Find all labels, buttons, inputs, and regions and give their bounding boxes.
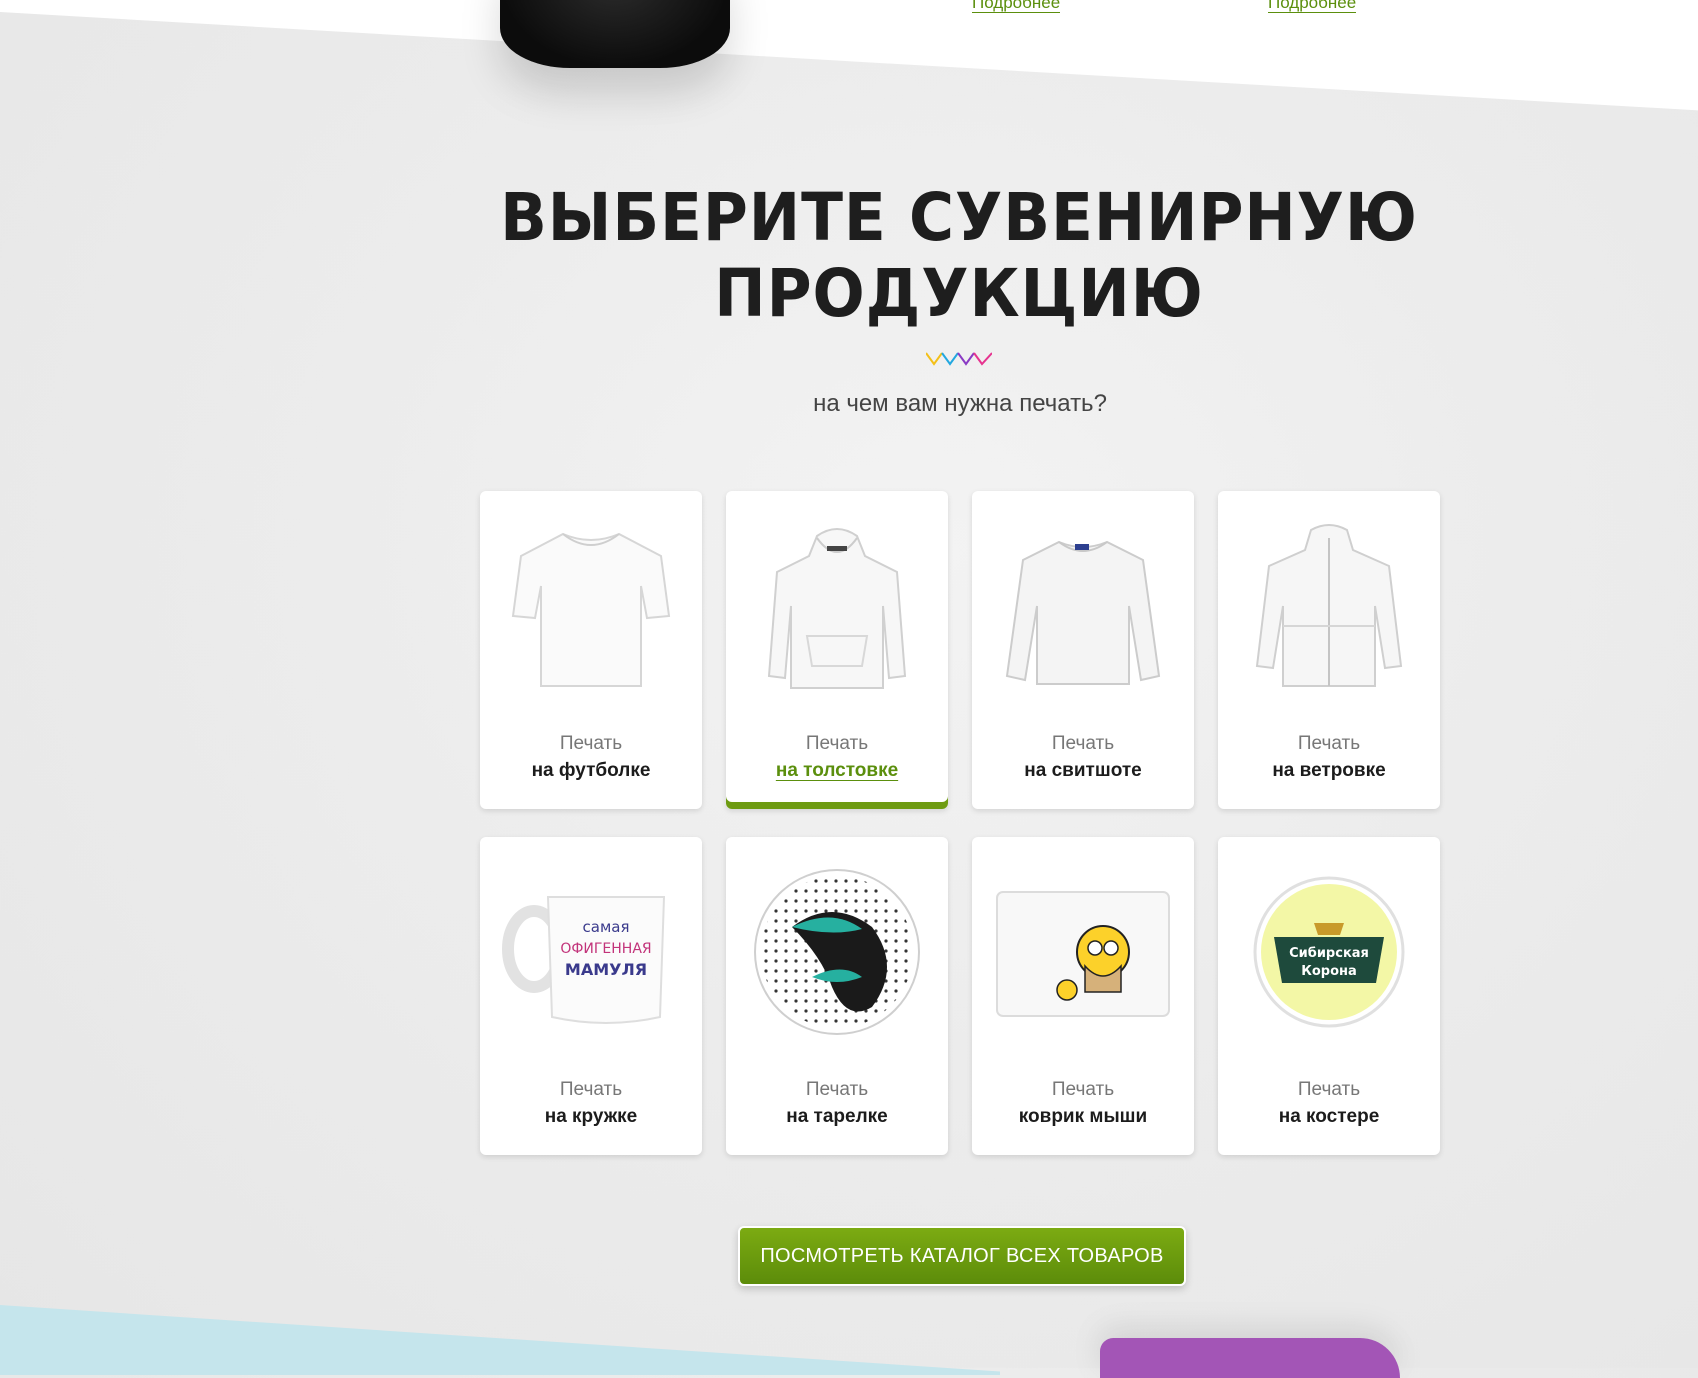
hoodie-icon <box>742 511 932 701</box>
product-card-sweatshirt[interactable]: Печать на свитшоте <box>972 491 1194 809</box>
coaster-print-line2: Корона <box>1301 964 1357 979</box>
product-label-1: Печать <box>1297 1079 1361 1100</box>
windbreaker-icon <box>1234 511 1424 701</box>
coaster-icon: Сибирская Корона <box>1234 857 1424 1047</box>
product-label-2: на ветровке <box>1272 760 1386 781</box>
bottom-decor-band <box>0 1305 1000 1375</box>
product-card-mug[interactable]: самая ОФИГЕННАЯ МАМУЛЯ Печать на кружке <box>480 837 702 1155</box>
more-link-2[interactable]: Подробнее <box>1268 0 1357 13</box>
coaster-print-line1: Сибирская <box>1289 946 1369 961</box>
purple-shirt-image <box>1100 1338 1400 1378</box>
product-card-hoodie[interactable]: Печать на толстовке <box>726 491 948 809</box>
product-label-1: Печать <box>805 733 869 754</box>
zigzag-divider-icon <box>926 352 992 366</box>
section-title: ВЫБЕРИТЕ СУВЕНИРНУЮ ПРОДУКЦИЮ <box>495 180 1423 332</box>
mug-print-line2: ОФИГЕННАЯ <box>560 941 651 957</box>
product-label-1: Печать <box>805 1079 869 1100</box>
product-label-2: на тарелке <box>786 1106 888 1127</box>
product-card-tshirt[interactable]: Печать на футболке <box>480 491 702 809</box>
section-title-line1: ВЫБЕРИТЕ СУВЕНИРНУЮ <box>500 179 1418 256</box>
product-label-2[interactable]: на толстовке <box>726 760 948 782</box>
product-label-2: на футболке <box>531 760 651 781</box>
product-card-plate[interactable]: Печать на тарелке <box>726 837 948 1155</box>
section-subtitle: на чем вам нужна печать? <box>813 390 1107 417</box>
product-card-windbreaker[interactable]: Печать на ветровке <box>1218 491 1440 809</box>
black-mug-image <box>500 0 730 68</box>
view-catalog-button[interactable]: ПОСМОТРЕТЬ КАТАЛОГ ВСЕХ ТОВАРОВ <box>738 1226 1186 1286</box>
product-label-1: Печать <box>559 733 623 754</box>
top-band <box>0 0 1698 111</box>
mug-icon: самая ОФИГЕННАЯ МАМУЛЯ <box>496 857 686 1047</box>
product-label-2: на кружке <box>544 1106 638 1127</box>
product-label-2: на свитшоте <box>1024 760 1142 781</box>
product-grid: Печать на футболке Печать на толстовке П… <box>480 491 1440 1155</box>
sweatshirt-icon <box>988 511 1178 701</box>
more-link-1[interactable]: Подробнее <box>972 0 1061 13</box>
product-card-coaster[interactable]: Сибирская Корона Печать на костере <box>1218 837 1440 1155</box>
product-label-1: Печать <box>559 1079 623 1100</box>
mousepad-icon <box>988 857 1178 1047</box>
product-label-1: Печать <box>1297 733 1361 754</box>
product-label-2: на костере <box>1278 1106 1380 1127</box>
mug-print-line3: МАМУЛЯ <box>565 960 647 979</box>
product-label-1: Печать <box>1051 1079 1115 1100</box>
mug-print-line1: самая <box>583 918 630 936</box>
product-label-1: Печать <box>1051 733 1115 754</box>
product-link[interactable]: на толстовке <box>776 760 898 781</box>
plate-icon <box>742 857 932 1047</box>
section-title-line2: ПРОДУКЦИЮ <box>714 255 1204 332</box>
product-card-mousepad[interactable]: Печать коврик мыши <box>972 837 1194 1155</box>
tshirt-icon <box>496 511 686 701</box>
product-label-2: коврик мыши <box>1018 1106 1148 1127</box>
